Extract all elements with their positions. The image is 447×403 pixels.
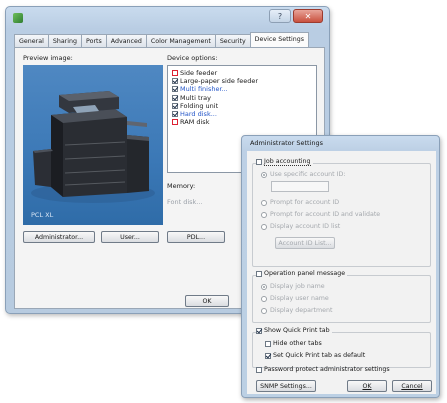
set-quick-print-default-row[interactable]: Set Quick Print tab as default xyxy=(265,352,365,359)
printer-app-icon xyxy=(13,13,23,23)
prompt-validate-radio[interactable]: Prompt for account ID and validate xyxy=(261,211,380,218)
close-icon[interactable]: ✕ xyxy=(293,9,323,23)
font-disk-label: Font disk... xyxy=(167,198,203,206)
option-multi-tray[interactable]: Multi tray xyxy=(172,94,312,102)
tab-sharing[interactable]: Sharing xyxy=(47,34,83,47)
radio[interactable] xyxy=(261,199,267,206)
radio[interactable] xyxy=(261,223,267,230)
job-accounting-checkbox[interactable] xyxy=(256,159,262,165)
option-folding-unit[interactable]: Folding unit xyxy=(172,102,312,110)
pdl-button[interactable]: PDL... xyxy=(167,231,225,243)
operation-panel-checkbox-row[interactable]: Operation panel message xyxy=(256,270,348,277)
tab-color-management[interactable]: Color Management xyxy=(145,34,216,47)
display-department-radio[interactable]: Display department xyxy=(261,307,332,314)
tab-security[interactable]: Security xyxy=(214,34,251,47)
checkbox[interactable] xyxy=(172,102,178,109)
display-account-list-radio[interactable]: Display account ID list xyxy=(261,223,340,230)
title-bar: ? ✕ xyxy=(6,7,329,29)
preview-caption: PCL XL xyxy=(31,211,54,219)
radio[interactable] xyxy=(261,171,267,178)
printer-preview-image: PCL XL xyxy=(23,65,163,225)
job-accounting-checkbox-row[interactable]: Job accounting xyxy=(256,158,313,166)
help-icon[interactable]: ? xyxy=(269,9,291,23)
quick-print-group xyxy=(252,332,431,368)
checkbox[interactable] xyxy=(172,78,178,85)
ok-button[interactable]: OK xyxy=(347,380,387,392)
password-protect-checkbox[interactable] xyxy=(256,366,262,373)
option-multi-finisher[interactable]: Multi finisher... xyxy=(172,85,312,93)
display-user-name-radio[interactable]: Display user name xyxy=(261,295,329,302)
checkbox[interactable] xyxy=(172,111,178,118)
tab-ports[interactable]: Ports xyxy=(81,34,107,47)
account-id-input[interactable] xyxy=(271,181,329,192)
checkbox[interactable] xyxy=(172,86,178,93)
preview-image-label: Preview image: xyxy=(23,54,73,62)
dialog-body: Job accounting Use specific account ID: … xyxy=(247,151,436,394)
device-options-label: Device options: xyxy=(167,54,218,62)
ok-button[interactable]: OK xyxy=(185,295,229,307)
show-quick-print-row[interactable]: Show Quick Print tab xyxy=(256,327,332,334)
password-protect-row[interactable]: Password protect administrator settings xyxy=(256,366,390,373)
option-hard-disk[interactable]: Hard disk... xyxy=(172,110,312,118)
tab-general[interactable]: General xyxy=(14,34,49,47)
user-button[interactable]: User... xyxy=(101,231,159,243)
hide-other-tabs-row[interactable]: Hide other tabs xyxy=(265,340,322,347)
show-quick-print-checkbox[interactable] xyxy=(256,327,262,334)
prompt-account-radio[interactable]: Prompt for account ID xyxy=(261,199,339,206)
administrator-settings-dialog: Administrator Settings Job accounting Us… xyxy=(241,135,440,398)
dialog-title: Administrator Settings xyxy=(250,139,324,147)
radio[interactable] xyxy=(261,283,267,290)
checkbox[interactable] xyxy=(172,94,178,101)
snmp-settings-button[interactable]: SNMP Settings... xyxy=(256,380,316,392)
radio[interactable] xyxy=(261,211,267,218)
tab-advanced[interactable]: Advanced xyxy=(105,34,147,47)
tab-strip: General Sharing Ports Advanced Color Man… xyxy=(14,32,310,47)
display-job-name-radio[interactable]: Display job name xyxy=(261,283,325,290)
checkbox[interactable] xyxy=(172,70,178,77)
tab-device-settings[interactable]: Device Settings xyxy=(249,32,310,47)
account-id-list-button[interactable]: Account ID List... xyxy=(275,237,335,249)
administrator-button[interactable]: Administrator... xyxy=(23,231,95,243)
hide-other-tabs-checkbox[interactable] xyxy=(265,340,271,347)
radio[interactable] xyxy=(261,295,267,302)
memory-label: Memory: xyxy=(167,182,196,190)
use-specific-account-radio[interactable]: Use specific account ID: xyxy=(261,171,345,178)
set-quick-print-default-checkbox[interactable] xyxy=(265,352,271,359)
cancel-button[interactable]: Cancel xyxy=(392,380,432,392)
window-controls: ? ✕ xyxy=(269,9,323,23)
radio[interactable] xyxy=(261,307,267,314)
option-large-paper-side-feeder[interactable]: Large-paper side feeder xyxy=(172,77,312,85)
operation-panel-checkbox[interactable] xyxy=(256,270,262,277)
option-side-feeder[interactable]: Side feeder xyxy=(172,69,312,77)
option-ram-disk[interactable]: RAM disk xyxy=(172,118,312,126)
checkbox[interactable] xyxy=(172,119,178,126)
printer-illustration xyxy=(31,91,155,203)
